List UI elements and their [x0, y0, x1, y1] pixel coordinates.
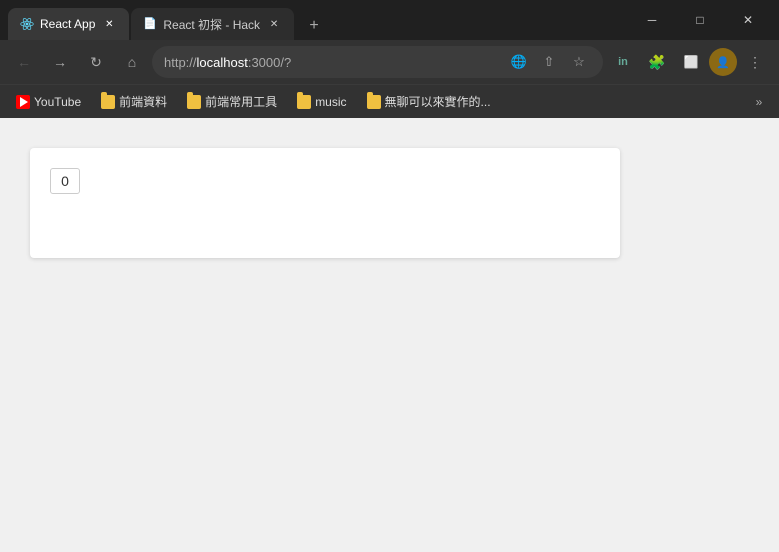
address-icons: 🌐 ⇧ ☆ [507, 50, 591, 74]
url-scheme: http:// [164, 55, 197, 70]
counter-display: 0 [50, 168, 80, 194]
back-button[interactable]: ← [8, 46, 40, 78]
folder-favicon-icon-1 [101, 95, 115, 109]
document-favicon-icon: 📄 [143, 17, 157, 31]
navbar: ← → ↻ ⌂ http://localhost:3000/? 🌐 ⇧ ☆ in… [0, 40, 779, 84]
window-controls: ─ □ ✕ [629, 5, 771, 35]
close-button[interactable]: ✕ [725, 5, 771, 35]
profile-avatar[interactable]: 👤 [709, 48, 737, 76]
bookmarks-more-button[interactable]: » [747, 90, 771, 114]
url-path: :3000/? [248, 55, 291, 70]
url-host: localhost [197, 55, 248, 70]
bookmark-youtube[interactable]: YouTube [8, 91, 89, 113]
share-icon[interactable]: ⇧ [537, 50, 561, 74]
tab-react-initial[interactable]: 📄 React 初探 - Hack ✕ [131, 8, 294, 40]
tab-react-initial-title: React 初探 - Hack [163, 16, 260, 33]
maximize-button[interactable]: □ [677, 5, 723, 35]
tab-react-app[interactable]: React App ✕ [8, 8, 129, 40]
split-view-icon[interactable]: ⬜ [675, 46, 707, 78]
bookmark-frontend-data-label: 前端資料 [119, 93, 167, 110]
bookmark-music-label: music [315, 95, 346, 109]
bookmark-frontend-tools[interactable]: 前端常用工具 [179, 89, 285, 114]
reload-button[interactable]: ↻ [80, 46, 112, 78]
address-bar[interactable]: http://localhost:3000/? 🌐 ⇧ ☆ [152, 46, 603, 78]
page-content: 0 [0, 118, 779, 552]
bookmark-frontend-data[interactable]: 前端資料 [93, 89, 175, 114]
react-favicon-icon [20, 17, 34, 31]
home-button[interactable]: ⌂ [116, 46, 148, 78]
tabs-area: React App ✕ 📄 React 初探 - Hack ✕ + [8, 0, 621, 40]
folder-favicon-icon-3 [297, 95, 311, 109]
minimize-button[interactable]: ─ [629, 5, 675, 35]
bookmark-youtube-label: YouTube [34, 95, 81, 109]
folder-favicon-icon-4 [367, 95, 381, 109]
titlebar: React App ✕ 📄 React 初探 - Hack ✕ + ─ □ ✕ [0, 0, 779, 40]
tab-react-app-close[interactable]: ✕ [101, 16, 117, 32]
address-text: http://localhost:3000/? [164, 55, 499, 70]
translate-icon[interactable]: 🌐 [507, 50, 531, 74]
folder-favicon-icon-2 [187, 95, 201, 109]
extensions-icon[interactable]: 🧩 [641, 46, 673, 78]
tab-react-initial-close[interactable]: ✕ [266, 16, 282, 32]
bookmark-music[interactable]: music [289, 91, 354, 113]
new-tab-button[interactable]: + [300, 12, 328, 40]
favorite-icon[interactable]: ☆ [567, 50, 591, 74]
bookmark-frontend-tools-label: 前端常用工具 [205, 93, 277, 110]
nav-extras: in 🧩 ⬜ 👤 ⋮ [607, 46, 771, 78]
bookmark-boring[interactable]: 無聊可以來實作的... [359, 89, 499, 114]
content-card: 0 [30, 148, 620, 258]
forward-button[interactable]: → [44, 46, 76, 78]
youtube-favicon-icon [16, 95, 30, 109]
bookmark-boring-label: 無聊可以來實作的... [385, 93, 491, 110]
profile-badge[interactable]: in [607, 46, 639, 78]
bookmarks-bar: YouTube 前端資料 前端常用工具 music 無聊可以來實作的... » [0, 84, 779, 118]
tab-react-app-title: React App [40, 17, 95, 31]
more-options-icon[interactable]: ⋮ [739, 46, 771, 78]
